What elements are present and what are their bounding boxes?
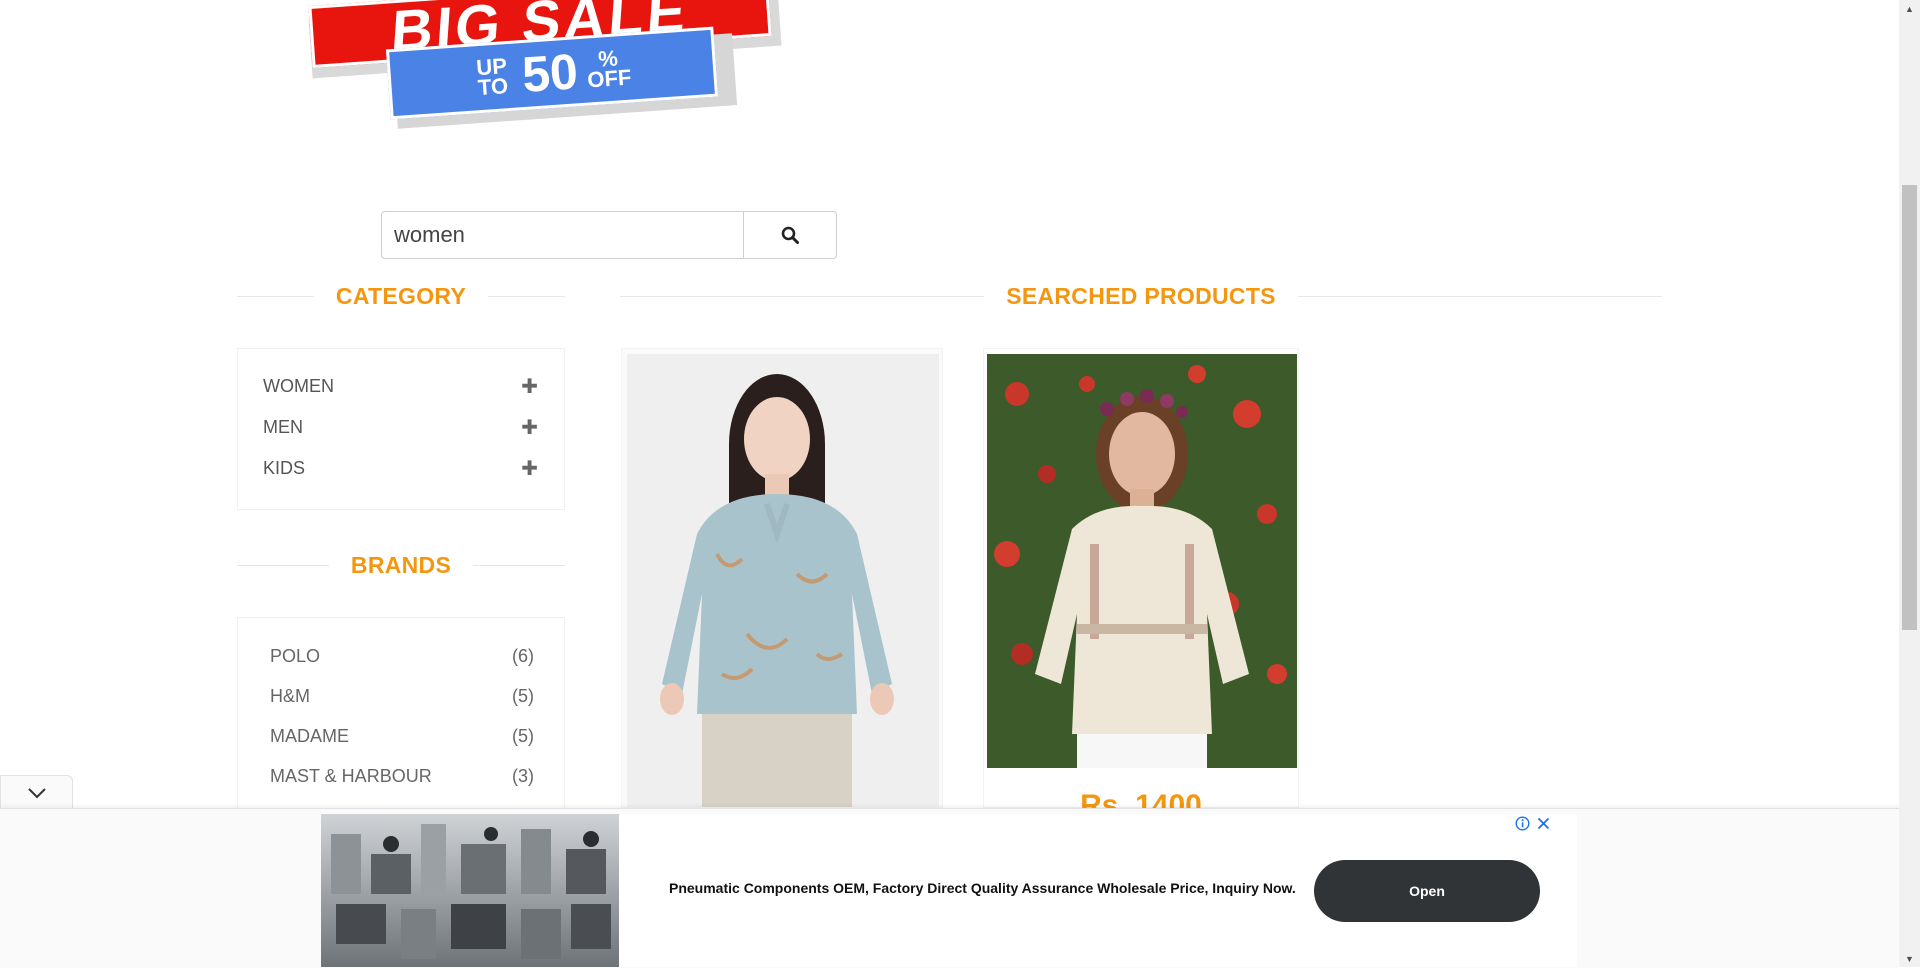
products-heading: SEARCHED PRODUCTS <box>620 283 1662 310</box>
ad-controls <box>1515 816 1551 831</box>
search-input[interactable] <box>381 211 743 259</box>
search-icon <box>781 226 799 244</box>
page-scrollbar[interactable]: ▲ ▼ <box>1899 0 1920 967</box>
search-bar <box>381 211 837 259</box>
category-label: MEN <box>263 417 303 437</box>
scroll-down-arrow-icon[interactable]: ▼ <box>1899 950 1920 967</box>
plus-icon[interactable]: ✚ <box>521 456 538 481</box>
brand-count: (6) <box>512 645 534 666</box>
brand-item-mast-harbour[interactable]: MAST & HARBOUR (3) <box>238 756 564 796</box>
search-button[interactable] <box>743 211 837 259</box>
products-title: SEARCHED PRODUCTS <box>1006 283 1276 309</box>
plus-icon[interactable]: ✚ <box>521 374 538 399</box>
brand-count: (3) <box>512 765 534 786</box>
category-item-women[interactable]: WOMEN ✚ <box>238 366 564 407</box>
brand-item-madame[interactable]: MADAME (5) <box>238 716 564 756</box>
ad-banner[interactable]: Pneumatic Components OEM, Factory Direct… <box>321 814 1577 967</box>
category-label: KIDS <box>263 458 306 478</box>
chevron-down-icon <box>27 788 46 799</box>
category-title: CATEGORY <box>335 283 467 309</box>
scroll-up-arrow-icon[interactable]: ▲ <box>1899 0 1920 17</box>
brand-label: H&M <box>270 685 310 706</box>
brands-heading: BRANDS <box>237 552 566 579</box>
brands-panel: POLO (6) H&M (5) MADAME (5) MAST & HARBO… <box>237 617 565 817</box>
product-image[interactable] <box>987 354 1297 768</box>
category-panel: WOMEN ✚ MEN ✚ KIDS ✚ <box>237 348 565 510</box>
close-icon[interactable] <box>1536 816 1551 831</box>
banner-up-to: UP TO <box>475 53 509 101</box>
brand-count: (5) <box>512 725 534 746</box>
product-card[interactable] <box>621 348 943 808</box>
category-item-kids[interactable]: KIDS ✚ <box>238 448 564 489</box>
category-heading: CATEGORY <box>237 283 565 310</box>
ad-collapse-toggle[interactable] <box>0 775 73 810</box>
banner-off: % OFF <box>586 45 633 93</box>
scrollbar-thumb[interactable] <box>1902 185 1917 630</box>
plus-icon[interactable]: ✚ <box>521 415 538 440</box>
brand-item-polo[interactable]: POLO (6) <box>238 636 564 676</box>
category-label: WOMEN <box>263 376 334 396</box>
info-icon[interactable] <box>1515 816 1530 831</box>
brands-title: BRANDS <box>350 552 452 578</box>
brand-label: POLO <box>270 645 321 666</box>
banner-percent: 50 <box>520 43 580 104</box>
ad-open-button[interactable]: Open <box>1314 860 1540 922</box>
big-sale-banner: BIG SALE UP TO 50 % OFF <box>300 0 810 130</box>
product-image[interactable] <box>627 354 939 808</box>
brand-label: MADAME <box>270 725 350 746</box>
ad-text[interactable]: Pneumatic Components OEM, Factory Direct… <box>669 880 1296 896</box>
product-card[interactable] <box>983 348 1299 808</box>
brand-item-hm[interactable]: H&M (5) <box>238 676 564 716</box>
ad-image[interactable] <box>321 814 619 967</box>
brand-label: MAST & HARBOUR <box>270 765 432 786</box>
brand-count: (5) <box>512 685 534 706</box>
category-item-men[interactable]: MEN ✚ <box>238 407 564 448</box>
